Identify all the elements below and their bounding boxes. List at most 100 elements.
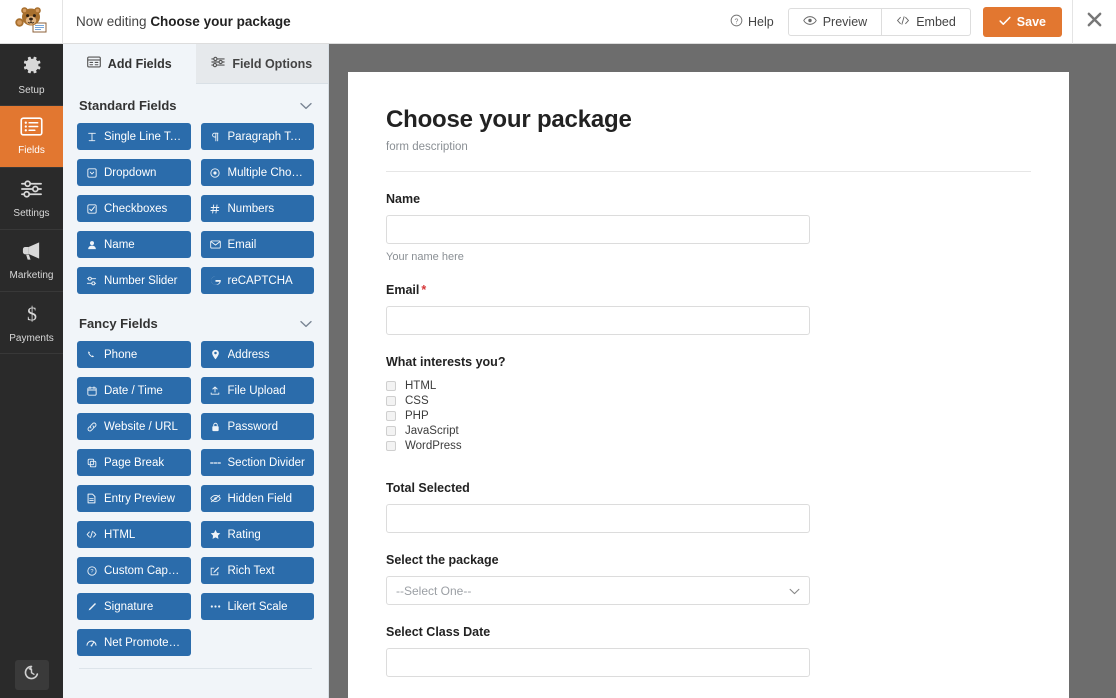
checkbox-option[interactable]: HTML — [386, 378, 1031, 393]
field-button-label: Rating — [227, 528, 261, 541]
field-button-label: Paragraph Text — [227, 130, 306, 143]
name-input[interactable] — [386, 215, 810, 244]
checkbox-javascript[interactable] — [386, 425, 396, 436]
sidebar-item-payments[interactable]: $ Payments — [0, 292, 63, 354]
section-title: Standard Fields — [79, 98, 177, 113]
field-button-file-upload[interactable]: File Upload — [200, 377, 314, 404]
save-button[interactable]: Save — [982, 6, 1062, 37]
field-button-html[interactable]: HTML — [77, 521, 191, 548]
field-label-text: Email — [386, 283, 420, 297]
field-button-date-time[interactable]: Date / Time — [77, 377, 191, 404]
checkbox-html[interactable] — [386, 380, 396, 391]
field-button-page-break[interactable]: Page Break — [77, 449, 191, 476]
sidebar-item-label: Settings — [13, 207, 50, 219]
phone-icon — [86, 350, 97, 360]
form-field-name[interactable]: Name Your name here — [386, 172, 1031, 263]
pen-icon — [86, 602, 97, 612]
embed-button[interactable]: Embed — [882, 7, 971, 36]
field-label: Name — [386, 192, 421, 206]
chevron-down-icon — [300, 316, 312, 331]
sidebar-item-setup[interactable]: Setup — [0, 44, 63, 106]
panel-divider — [79, 668, 312, 669]
field-button-number-slider[interactable]: Number Slider — [77, 267, 191, 294]
sidebar-item-fields[interactable]: Fields — [0, 106, 63, 168]
checkbox-php[interactable] — [386, 410, 396, 421]
field-button-label: File Upload — [227, 384, 286, 397]
toolbar-actions: ? Help Preview Embed Save — [730, 0, 1116, 44]
form-field-select-the-package[interactable]: Select the package --Select One-- — [386, 533, 1031, 605]
field-button-hidden-field[interactable]: Hidden Field — [200, 485, 314, 512]
field-button-password[interactable]: Password — [200, 413, 314, 440]
field-button-label: Custom Captcha — [104, 564, 182, 577]
field-button-net-promoter-score[interactable]: Net Promoter Score — [77, 629, 191, 656]
field-button-multiple-choice[interactable]: Multiple Choice — [200, 159, 314, 186]
chevron-down-icon — [300, 98, 312, 113]
field-button-likert-scale[interactable]: Likert Scale — [200, 593, 314, 620]
chevron-down-icon — [789, 584, 800, 598]
field-button-label: Signature — [104, 600, 154, 613]
form-field-total-selected[interactable]: Total Selected — [386, 453, 1031, 533]
checkbox-option[interactable]: PHP — [386, 408, 1031, 423]
field-button-recaptcha[interactable]: reCAPTCHA — [200, 267, 314, 294]
revision-history-button[interactable] — [14, 660, 49, 690]
close-x-icon — [1086, 11, 1103, 33]
section-header-standard-fields[interactable]: Standard Fields — [77, 84, 314, 123]
field-button-section-divider[interactable]: Section Divider — [200, 449, 314, 476]
help-button[interactable]: ? Help — [730, 14, 788, 30]
field-button-custom-captcha[interactable]: ? Custom Captcha — [77, 557, 191, 584]
checkbox-option[interactable]: JavaScript — [386, 423, 1031, 438]
field-button-website-url[interactable]: Website / URL — [77, 413, 191, 440]
editing-form-name: Choose your package — [150, 14, 291, 29]
field-button-numbers[interactable]: Numbers — [200, 195, 314, 222]
field-button-address[interactable]: Address — [200, 341, 314, 368]
field-button-dropdown[interactable]: Dropdown — [77, 159, 191, 186]
field-button-label: Address — [227, 348, 270, 361]
form-field-select-class-date[interactable]: Select Class Date — [386, 605, 1031, 677]
wpforms-sullie-mascot-icon — [13, 4, 49, 39]
gear-icon — [21, 54, 43, 81]
package-select[interactable]: --Select One-- — [386, 576, 810, 605]
section-title: Fancy Fields — [79, 316, 158, 331]
total-selected-input[interactable] — [386, 504, 810, 533]
field-label: What interests you? — [386, 355, 506, 369]
field-button-single-line-text[interactable]: Single Line Text — [77, 123, 191, 150]
class-date-input[interactable] — [386, 648, 810, 677]
field-button-rich-text[interactable]: Rich Text — [200, 557, 314, 584]
field-button-email[interactable]: Email — [200, 231, 314, 258]
field-button-phone[interactable]: Phone — [77, 341, 191, 368]
top-toolbar: Now editing Choose your package ? Help P… — [0, 0, 1116, 44]
checkbox-wordpress[interactable] — [386, 440, 396, 451]
select-value: --Select One-- — [396, 583, 472, 598]
page-break-icon — [86, 458, 97, 468]
form-card: Choose your package form description Nam… — [348, 72, 1069, 698]
field-button-rating[interactable]: Rating — [200, 521, 314, 548]
field-button-label: Entry Preview — [104, 492, 175, 505]
preview-button[interactable]: Preview — [787, 7, 883, 36]
field-button-checkboxes[interactable]: Checkboxes — [77, 195, 191, 222]
field-button-name[interactable]: Name — [77, 231, 191, 258]
check-icon — [999, 15, 1011, 29]
section-header-fancy-fields[interactable]: Fancy Fields — [77, 294, 314, 341]
field-button-label: Numbers — [227, 202, 275, 215]
form-field-email[interactable]: Email * — [386, 263, 1031, 335]
tab-field-options[interactable]: Field Options — [195, 44, 328, 84]
field-button-label: Phone — [104, 348, 138, 361]
checkbox-label: JavaScript — [405, 424, 459, 437]
form-field-what-interests-you[interactable]: What interests you? HTML CSS PHP JavaScr… — [386, 335, 1031, 453]
field-label: Select the package — [386, 553, 499, 567]
sidebar-item-settings[interactable]: Settings — [0, 168, 63, 230]
form-field-special-instructions[interactable]: Special Instructions — [386, 677, 1031, 698]
close-builder-button[interactable] — [1072, 0, 1116, 44]
field-button-entry-preview[interactable]: Entry Preview — [77, 485, 191, 512]
checkbox-css[interactable] — [386, 395, 396, 406]
tab-add-fields[interactable]: Add Fields — [63, 44, 196, 84]
field-button-signature[interactable]: Signature — [77, 593, 191, 620]
paragraph-pilcrow-icon — [210, 132, 221, 142]
field-button-paragraph-text[interactable]: Paragraph Text — [200, 123, 314, 150]
sidebar-item-marketing[interactable]: Marketing — [0, 230, 63, 292]
code-brackets-icon — [896, 15, 910, 29]
email-input[interactable] — [386, 306, 810, 335]
checkbox-option[interactable]: WordPress — [386, 438, 1031, 453]
checkbox-option[interactable]: CSS — [386, 393, 1031, 408]
field-button-label: Name — [104, 238, 135, 251]
